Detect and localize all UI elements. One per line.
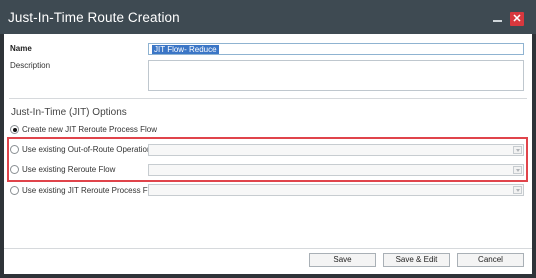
close-icon[interactable]: ✕ bbox=[510, 12, 524, 26]
window-title: Just-In-Time Route Creation bbox=[8, 10, 180, 25]
name-label: Name bbox=[10, 44, 32, 53]
dialog-content: Name JIT Flow- Reduce Description Just-I… bbox=[4, 34, 532, 274]
description-field[interactable] bbox=[148, 60, 524, 91]
jit-section-title: Just-In-Time (JIT) Options bbox=[11, 107, 127, 118]
jit-reroute-flow-dropdown[interactable] bbox=[148, 184, 524, 196]
minimize-icon[interactable] bbox=[490, 11, 506, 25]
highlight-annotation-box bbox=[7, 137, 528, 182]
dialog-window: Just-In-Time Route Creation ✕ Name JIT F… bbox=[0, 0, 536, 278]
save-and-edit-button[interactable]: Save & Edit bbox=[383, 253, 450, 267]
cancel-button[interactable]: Cancel bbox=[457, 253, 524, 267]
description-label: Description bbox=[10, 61, 51, 70]
chevron-down-icon[interactable] bbox=[513, 186, 522, 194]
radio-button-selected[interactable] bbox=[10, 125, 19, 134]
save-button[interactable]: Save bbox=[309, 253, 376, 267]
radio-label: Use existing JIT Reroute Process Flow bbox=[22, 186, 160, 195]
section-divider bbox=[9, 98, 527, 99]
name-field[interactable]: JIT Flow- Reduce bbox=[148, 43, 524, 55]
radio-button[interactable] bbox=[10, 186, 19, 195]
title-bar[interactable]: Just-In-Time Route Creation ✕ bbox=[0, 0, 536, 34]
footer-divider bbox=[4, 248, 532, 249]
radio-label: Create new JIT Reroute Process Flow bbox=[22, 125, 158, 134]
name-field-value: JIT Flow- Reduce bbox=[152, 45, 219, 54]
